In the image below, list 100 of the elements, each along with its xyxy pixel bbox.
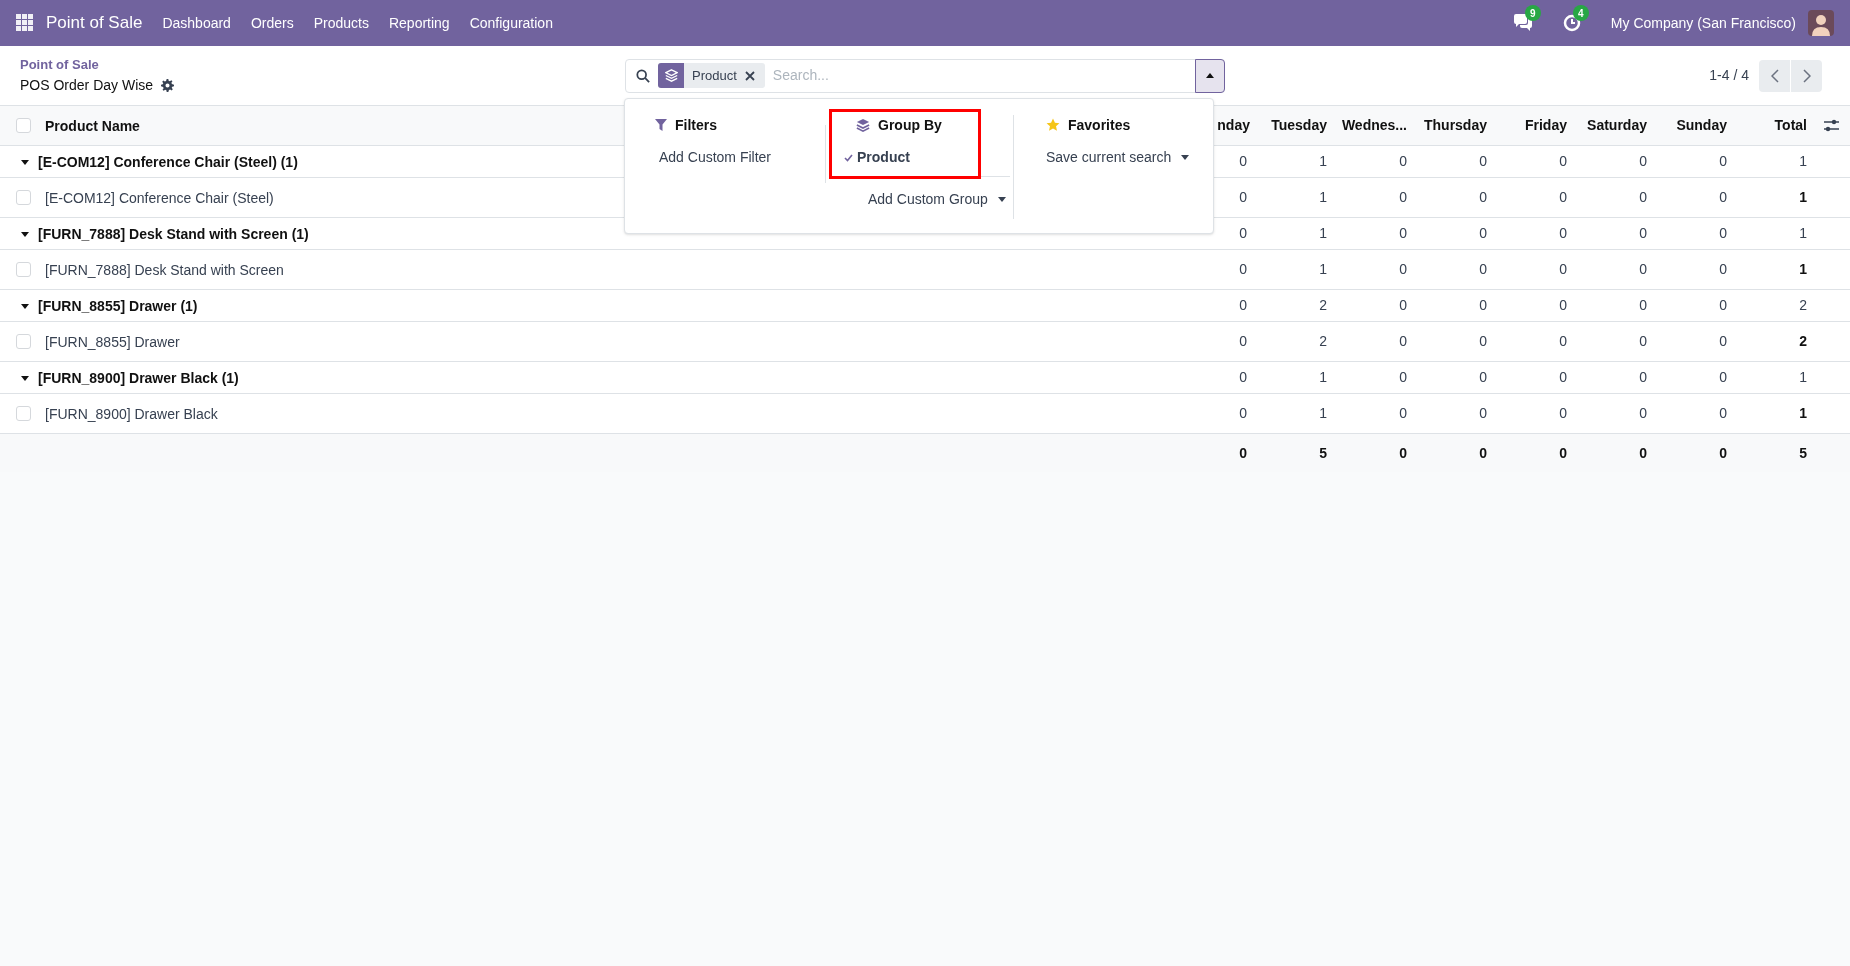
add-custom-group-dropdown[interactable]: Add Custom Group [868, 189, 1006, 210]
company-name[interactable]: My Company (San Francisco) [1610, 12, 1796, 34]
table-cell-text: 0 [1559, 404, 1567, 423]
menu-item[interactable]: Products [303, 12, 379, 34]
table-cell-text: 1 [1319, 188, 1327, 207]
table-cell-text: 1 [1799, 224, 1807, 243]
table-cell-text: 2 [1319, 332, 1327, 351]
table-cell-text: 0 [1639, 404, 1647, 423]
filter-icon [655, 119, 667, 131]
menu-item[interactable]: Configuration [459, 12, 563, 34]
table-cell-text: 0 [1479, 443, 1487, 463]
menu-item[interactable]: Reporting [378, 12, 460, 34]
avatar-icon[interactable] [1808, 10, 1834, 36]
row-checkbox[interactable] [16, 406, 31, 421]
table-cell-text: 0 [1559, 332, 1567, 351]
column-header[interactable]: nday [1217, 115, 1250, 136]
table-cell-text: 1 [1799, 188, 1807, 207]
table-cell-text: 1 [1799, 404, 1807, 423]
column-header[interactable]: Friday [1525, 115, 1567, 136]
table-cell-text: 0 [1239, 260, 1247, 279]
table-cell-text: 1 [1319, 224, 1327, 243]
breadcrumb-link[interactable]: Point of Sale [20, 55, 625, 75]
table-cell-text: 0 [1479, 296, 1487, 315]
table-cell-text: 5 [1799, 443, 1807, 463]
table-cell-text: 0 [1239, 152, 1247, 171]
close-icon[interactable] [744, 70, 755, 81]
row-checkbox[interactable] [16, 118, 31, 133]
table-cell-text: 0 [1479, 188, 1487, 207]
apps-grid-icon[interactable] [16, 14, 34, 32]
group-by-option[interactable]: Product [844, 147, 1013, 168]
app-name[interactable]: Point of Sale [46, 10, 143, 36]
table-cell-text: 0 [1639, 443, 1647, 463]
section-title: Favorites [1068, 115, 1131, 135]
table-cell-text: 0 [1719, 296, 1727, 315]
table-cell-text: 0 [1559, 260, 1567, 279]
table-cell-text: 1 [1319, 368, 1327, 387]
table-cell-text: 2 [1319, 296, 1327, 315]
product-name[interactable]: [FURN_8855] Drawer [45, 333, 180, 350]
search-bar[interactable]: Product Search... [625, 58, 1225, 93]
table-cell-text: 0 [1239, 404, 1247, 423]
product-name[interactable]: [FURN_7888] Desk Stand with Screen [45, 261, 284, 278]
table-cell-text: 1 [1319, 260, 1327, 279]
gear-icon[interactable] [161, 78, 175, 92]
table-cell-text: 0 [1639, 368, 1647, 387]
menu-item[interactable]: Dashboard [152, 12, 241, 34]
table-cell-text: 0 [1479, 332, 1487, 351]
sliders-icon[interactable] [1824, 119, 1839, 132]
column-header[interactable]: Thursday [1424, 115, 1487, 136]
search-icon[interactable] [636, 68, 650, 83]
table-cell-text: 0 [1399, 188, 1407, 207]
table-cell-text: 0 [1239, 443, 1247, 463]
column-header[interactable]: Product Name [45, 117, 140, 134]
row-checkbox[interactable] [16, 334, 31, 349]
table-cell-text: 0 [1399, 332, 1407, 351]
pager-value[interactable]: 1-4 / 4 [1709, 65, 1749, 86]
table-cell-text: 5 [1319, 443, 1327, 463]
search-field[interactable]: Search... [772, 65, 1195, 86]
table-cell-text: 0 [1399, 368, 1407, 387]
table-cell-text: 0 [1639, 332, 1647, 351]
table-cell-text: 0 [1559, 224, 1567, 243]
column-header[interactable]: Total [1774, 115, 1807, 136]
table-cell-text: 0 [1559, 188, 1567, 207]
column-header[interactable]: Tuesday [1271, 115, 1327, 136]
table-cell-text: 1 [1799, 368, 1807, 387]
toggle-search-panel-button[interactable] [1195, 58, 1225, 93]
table-cell-text: 0 [1239, 188, 1247, 207]
table-cell-text: 0 [1639, 296, 1647, 315]
table-cell-text: 0 [1479, 260, 1487, 279]
table-cell-text: 0 [1399, 224, 1407, 243]
table-cell-text: 0 [1479, 224, 1487, 243]
table-cell-text: 0 [1239, 224, 1247, 243]
caret-down-icon [1181, 155, 1190, 160]
table-cell-text: 0 [1479, 152, 1487, 171]
table-cell-text: 0 [1719, 332, 1727, 351]
save-current-search-dropdown[interactable]: Save current search [1046, 147, 1190, 168]
table-cell-text: 0 [1719, 224, 1727, 243]
menu-item[interactable]: Orders [240, 12, 304, 34]
facet-label: Product [691, 66, 738, 85]
notification-badge: 9 [1524, 5, 1541, 21]
star-icon [1046, 118, 1060, 132]
column-header[interactable]: Saturday [1587, 115, 1647, 136]
layers-icon [664, 69, 678, 82]
table-cell-text: 0 [1559, 152, 1567, 171]
table-cell-text: 0 [1639, 224, 1647, 243]
table-cell-text: 0 [1399, 443, 1407, 463]
product-name[interactable]: [E-COM12] Conference Chair (Steel) [45, 189, 274, 206]
table-cell-text: 0 [1239, 332, 1247, 351]
page-title: POS Order Day Wise [20, 75, 154, 95]
row-checkbox[interactable] [16, 262, 31, 277]
product-name[interactable]: [FURN_8900] Drawer Black [45, 405, 218, 422]
table-cell-text: 0 [1719, 188, 1727, 207]
table-cell-text: 0 [1719, 260, 1727, 279]
table-cell-text: 0 [1399, 152, 1407, 171]
table-cell-text: 2 [1799, 332, 1807, 351]
group-name: [FURN_8855] Drawer (1) [38, 297, 198, 314]
row-checkbox[interactable] [16, 190, 31, 205]
caret-up-icon [1206, 73, 1214, 78]
column-header[interactable]: Wednes... [1341, 115, 1407, 136]
add-custom-filter-button[interactable]: Add Custom Filter [659, 147, 825, 168]
column-header[interactable]: Sunday [1676, 115, 1727, 136]
